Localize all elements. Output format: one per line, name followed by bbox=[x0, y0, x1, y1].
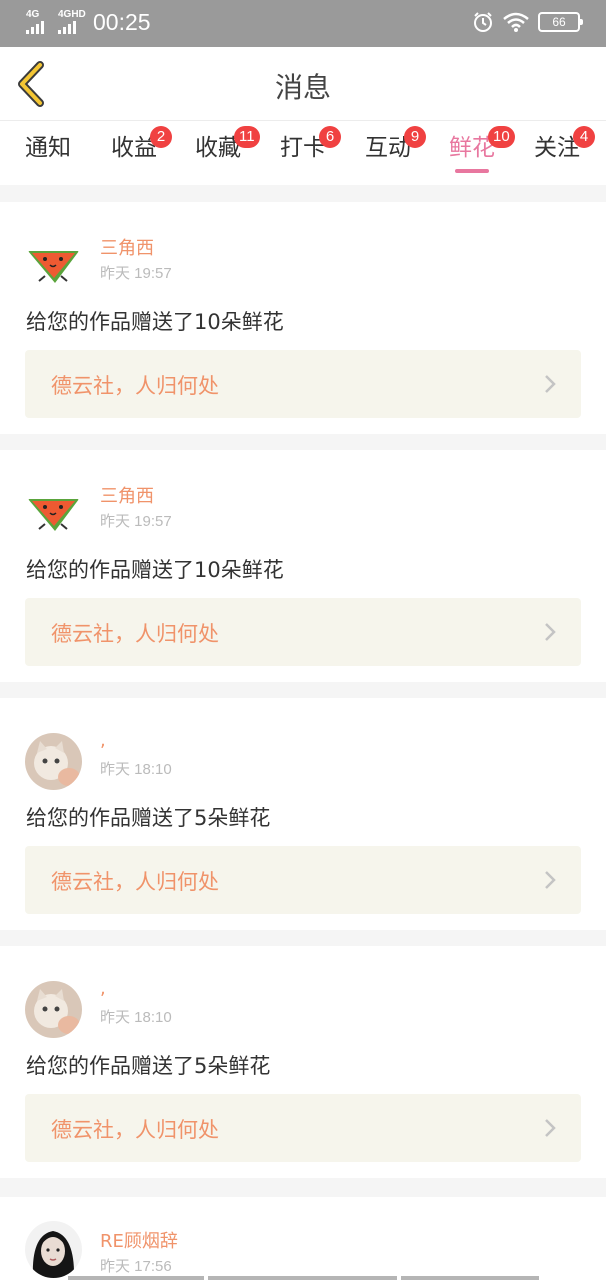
message-time: 昨天 18:10 bbox=[100, 1009, 172, 1026]
cat-photo-avatar-icon bbox=[25, 981, 82, 1038]
watermelon-avatar-icon bbox=[25, 485, 82, 542]
tab-bar: 通知 收益 2 收藏 11 打卡 6 互动 9 鲜花 10 关注 4 bbox=[0, 121, 606, 185]
status-bar: 4G 4GHD 00:25 66 bbox=[0, 0, 606, 47]
unread-badge: 9 bbox=[404, 126, 426, 148]
message-card: 三角西 昨天 19:57 给您的作品赠送了10朵鲜花 德云社，人归何处 bbox=[0, 450, 606, 682]
watermelon-avatar-icon bbox=[25, 237, 82, 294]
avatar[interactable] bbox=[25, 733, 82, 790]
work-title: 德云社，人归何处 bbox=[51, 1118, 219, 1142]
chevron-right-icon bbox=[545, 623, 556, 641]
message-text: 给您的作品赠送了10朵鲜花 bbox=[26, 558, 284, 582]
tab-label: 通知 bbox=[25, 135, 71, 161]
signal-4ghd-icon: 4GHD bbox=[58, 10, 86, 34]
avatar[interactable] bbox=[25, 237, 82, 294]
message-card: , 昨天 18:10 给您的作品赠送了5朵鲜花 德云社，人归何处 bbox=[0, 946, 606, 1178]
status-time: 00:25 bbox=[93, 9, 151, 35]
work-link[interactable]: 德云社，人归何处 bbox=[25, 598, 581, 666]
message-time: 昨天 19:57 bbox=[100, 265, 172, 282]
message-text: 给您的作品赠送了10朵鲜花 bbox=[26, 310, 284, 334]
active-tab-indicator bbox=[455, 169, 489, 173]
message-card: 三角西 昨天 19:57 给您的作品赠送了10朵鲜花 德云社，人归何处 bbox=[0, 202, 606, 434]
message-time: 昨天 18:10 bbox=[100, 761, 172, 778]
tab-checkin[interactable]: 打卡 6 bbox=[279, 126, 341, 179]
username[interactable]: 三角西 bbox=[100, 482, 154, 508]
avatar[interactable] bbox=[25, 981, 82, 1038]
tab-interaction[interactable]: 互动 9 bbox=[364, 126, 426, 179]
message-card: , 昨天 18:10 给您的作品赠送了5朵鲜花 德云社，人归何处 bbox=[0, 698, 606, 930]
tab-following[interactable]: 关注 4 bbox=[533, 126, 595, 179]
nav-indicator-segment bbox=[208, 1276, 397, 1280]
unread-badge: 10 bbox=[488, 126, 515, 148]
unread-badge: 4 bbox=[573, 126, 595, 148]
chevron-right-icon bbox=[545, 871, 556, 889]
unread-badge: 11 bbox=[234, 126, 260, 148]
avatar[interactable] bbox=[25, 1221, 82, 1278]
username[interactable]: RE顾烟辞 bbox=[100, 1227, 178, 1253]
girl-photo-avatar-icon bbox=[25, 1221, 82, 1278]
alarm-clock-icon bbox=[474, 12, 492, 32]
work-title: 德云社，人归何处 bbox=[51, 870, 219, 894]
chevron-right-icon bbox=[545, 375, 556, 393]
message-text: 给您的作品赠送了5朵鲜花 bbox=[26, 806, 271, 830]
work-title: 德云社，人归何处 bbox=[51, 622, 219, 646]
nav-indicator-segment bbox=[68, 1276, 204, 1280]
header-bar: 消息 bbox=[0, 47, 606, 121]
work-title: 德云社，人归何处 bbox=[51, 374, 219, 398]
unread-badge: 2 bbox=[150, 126, 172, 148]
chevron-right-icon bbox=[545, 1119, 556, 1137]
username[interactable]: , bbox=[100, 978, 106, 999]
work-link[interactable]: 德云社，人归何处 bbox=[25, 1094, 581, 1162]
message-text: 给您的作品赠送了5朵鲜花 bbox=[26, 1054, 271, 1078]
username[interactable]: 三角西 bbox=[100, 234, 154, 260]
tab-notifications[interactable]: 通知 bbox=[24, 133, 72, 179]
wifi-icon bbox=[503, 12, 529, 32]
message-time: 昨天 17:56 bbox=[100, 1258, 172, 1275]
avatar[interactable] bbox=[25, 485, 82, 542]
username[interactable]: , bbox=[100, 730, 106, 751]
tab-favorites[interactable]: 收藏 11 bbox=[194, 126, 260, 179]
work-link[interactable]: 德云社，人归何处 bbox=[25, 846, 581, 914]
battery-icon: 66 bbox=[538, 12, 583, 32]
message-card: RE顾烟辞 昨天 17:56 bbox=[0, 1197, 606, 1280]
unread-badge: 6 bbox=[319, 126, 341, 148]
cat-photo-avatar-icon bbox=[25, 733, 82, 790]
work-link[interactable]: 德云社，人归何处 bbox=[25, 350, 581, 418]
signal-4g-icon: 4G bbox=[26, 10, 52, 34]
message-time: 昨天 19:57 bbox=[100, 513, 172, 530]
page-title: 消息 bbox=[274, 71, 331, 104]
tab-flowers[interactable]: 鲜花 10 bbox=[448, 126, 515, 179]
tab-earnings[interactable]: 收益 2 bbox=[110, 126, 172, 179]
nav-indicator-segment bbox=[401, 1276, 539, 1280]
